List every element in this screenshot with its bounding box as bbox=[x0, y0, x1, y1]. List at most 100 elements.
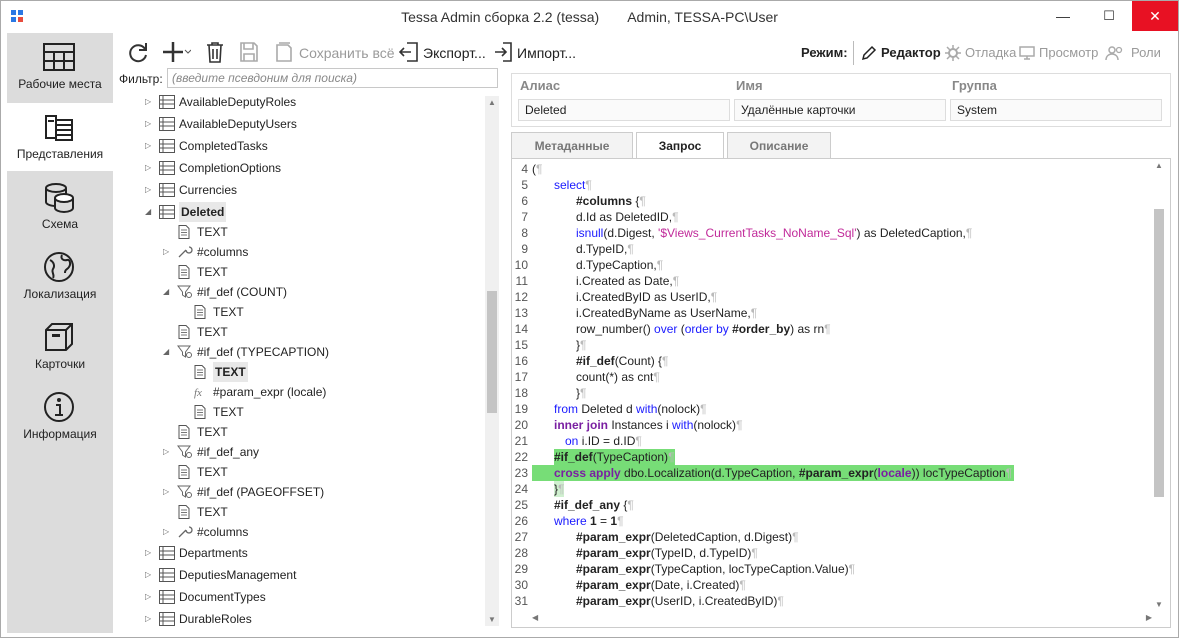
code-text[interactable]: #if_def(Count) {¶ bbox=[576, 353, 669, 369]
nav-cards[interactable]: Карточки bbox=[7, 313, 113, 381]
scroll-down-icon[interactable]: ▼ bbox=[1155, 600, 1163, 609]
tab-description[interactable]: Описание bbox=[727, 132, 831, 158]
refresh-icon[interactable] bbox=[127, 41, 149, 63]
tree-item[interactable]: ▷ CompletionOptions bbox=[119, 158, 485, 178]
save-icon[interactable] bbox=[239, 41, 259, 63]
code-text[interactable]: i.CreatedByName as UserName,¶ bbox=[576, 305, 757, 321]
mode-editor-button[interactable]: Редактор bbox=[881, 39, 941, 67]
code-text[interactable]: count(*) as cnt¶ bbox=[576, 369, 660, 385]
tree-item[interactable]: ▷ Departments bbox=[119, 543, 485, 563]
code-text[interactable]: row_number() over (order by #order_by) a… bbox=[576, 321, 831, 337]
scroll-left-icon[interactable]: ◀ bbox=[532, 613, 538, 622]
mode-roles-button[interactable]: Роли bbox=[1131, 39, 1161, 67]
tree-item[interactable]: ▷ #columns bbox=[119, 522, 485, 542]
expand-arrow-icon[interactable]: ▷ bbox=[163, 522, 173, 542]
code-text[interactable]: inner join Instances i with(nolock)¶ bbox=[554, 417, 743, 433]
code-text[interactable]: #param_expr(TypeCaption, locTypeCaption.… bbox=[576, 561, 855, 577]
tree-item[interactable]: ◢ #if_def (TYPECAPTION) bbox=[119, 342, 485, 362]
expand-arrow-icon[interactable]: ▷ bbox=[145, 565, 155, 585]
expand-arrow-icon[interactable]: ▷ bbox=[163, 482, 173, 502]
expand-arrow-icon[interactable]: ▷ bbox=[145, 587, 155, 607]
code-text[interactable]: #param_expr(DeletedCaption, d.Digest)¶ bbox=[576, 529, 799, 545]
code-text[interactable]: #param_expr(UserID, i.CreatedByID)¶ bbox=[576, 593, 784, 609]
collapse-arrow-icon[interactable]: ◢ bbox=[163, 282, 173, 302]
code-text[interactable]: isnull(d.Digest, '$Views_CurrentTasks_No… bbox=[576, 225, 972, 241]
alias-field[interactable]: Deleted bbox=[518, 99, 730, 121]
code-text[interactable]: cross apply dbo.Localization(d.TypeCapti… bbox=[532, 465, 1015, 481]
close-button[interactable]: ✕ bbox=[1132, 1, 1178, 31]
scroll-up-icon[interactable]: ▲ bbox=[1155, 161, 1163, 170]
tree-item[interactable]: ▷ CompletedTasks bbox=[119, 136, 485, 156]
tree-item[interactable]: ◢ #if_def (COUNT) bbox=[119, 282, 485, 302]
tree-item[interactable]: TEXT bbox=[119, 462, 485, 482]
code-text[interactable]: }¶ bbox=[576, 385, 586, 401]
tree-item[interactable]: TEXT bbox=[119, 302, 485, 322]
add-icon[interactable] bbox=[163, 41, 191, 63]
query-editor[interactable]: ▲ ▼ ◀ ▶ 4 (¶ 5 select¶ 6 #columns {¶ 7 d.Id as … bbox=[511, 158, 1171, 628]
tree-item[interactable]: fx #param_expr (locale) bbox=[119, 382, 485, 402]
nav-views[interactable]: Представления bbox=[7, 103, 113, 171]
code-text[interactable]: i.CreatedByID as UserID,¶ bbox=[576, 289, 717, 305]
tree-item[interactable]: TEXT bbox=[119, 422, 485, 442]
expand-arrow-icon[interactable]: ▷ bbox=[145, 543, 155, 563]
code-text[interactable]: d.Id as DeletedID,¶ bbox=[576, 209, 679, 225]
code-text[interactable]: }¶ bbox=[576, 337, 586, 353]
name-field[interactable]: Удалённые карточки bbox=[734, 99, 946, 121]
code-text[interactable]: on i.ID = d.ID¶ bbox=[565, 433, 642, 449]
tree-item[interactable]: TEXT bbox=[119, 322, 485, 342]
code-text[interactable]: where 1 = 1¶ bbox=[554, 513, 624, 529]
import-button[interactable]: Импорт... bbox=[517, 39, 576, 67]
code-text[interactable]: #param_expr(Date, i.Created)¶ bbox=[576, 577, 746, 593]
expand-arrow-icon[interactable]: ▷ bbox=[145, 158, 155, 178]
expand-arrow-icon[interactable]: ▷ bbox=[163, 242, 173, 262]
tree-item[interactable]: ▷ AvailableDeputyRoles bbox=[119, 92, 485, 112]
tree-item[interactable]: ▷ AvailableDeputyUsers bbox=[119, 114, 485, 134]
expand-arrow-icon[interactable]: ▷ bbox=[145, 136, 155, 156]
editor-scroll-thumb[interactable] bbox=[1154, 209, 1164, 497]
tab-metadata[interactable]: Метаданные bbox=[511, 132, 633, 158]
tree-item[interactable]: TEXT bbox=[119, 402, 485, 422]
code-text[interactable]: #param_expr(TypeID, d.TypeID)¶ bbox=[576, 545, 758, 561]
expand-arrow-icon[interactable]: ▷ bbox=[145, 609, 155, 629]
code-text[interactable]: from Deleted d with(nolock)¶ bbox=[554, 401, 707, 417]
filter-input[interactable]: (введите псевдоним для поиска) bbox=[167, 68, 498, 88]
tree-item[interactable]: ▷ #columns bbox=[119, 242, 485, 262]
minimize-button[interactable]: — bbox=[1040, 1, 1086, 31]
scroll-up-icon[interactable]: ▲ bbox=[488, 98, 496, 107]
scroll-down-icon[interactable]: ▼ bbox=[488, 615, 496, 624]
collapse-arrow-icon[interactable]: ◢ bbox=[163, 342, 173, 362]
tree-item[interactable]: TEXT bbox=[119, 502, 485, 522]
scroll-right-icon[interactable]: ▶ bbox=[1146, 613, 1152, 622]
tree-item[interactable]: TEXT bbox=[119, 262, 485, 282]
collapse-arrow-icon[interactable]: ◢ bbox=[145, 202, 155, 222]
tree-item[interactable]: ▷ Currencies bbox=[119, 180, 485, 200]
code-text[interactable]: }¶ bbox=[554, 481, 565, 497]
code-text[interactable]: #columns {¶ bbox=[576, 193, 646, 209]
tree-scrollbar[interactable]: ▲ ▼ bbox=[485, 96, 499, 626]
code-text[interactable]: d.TypeID,¶ bbox=[576, 241, 634, 257]
expand-arrow-icon[interactable]: ▷ bbox=[145, 92, 155, 112]
code-text[interactable]: d.TypeCaption,¶ bbox=[576, 257, 663, 273]
save-all-button[interactable]: Сохранить всё bbox=[299, 39, 395, 67]
nav-schema[interactable]: Схема bbox=[7, 173, 113, 241]
code-text[interactable]: (¶ bbox=[532, 161, 542, 177]
group-field[interactable]: System bbox=[950, 99, 1162, 121]
tree-scroll-thumb[interactable] bbox=[487, 291, 497, 413]
nav-workplaces[interactable]: Рабочие места bbox=[7, 33, 113, 101]
editor-horizontal-scrollbar[interactable]: ◀ ▶ bbox=[532, 613, 1152, 625]
code-text[interactable]: #if_def_any {¶ bbox=[554, 497, 634, 513]
code-text[interactable]: i.Created as Date,¶ bbox=[576, 273, 679, 289]
editor-scrollbar[interactable]: ▲ ▼ bbox=[1152, 161, 1166, 609]
delete-icon[interactable] bbox=[205, 41, 225, 63]
maximize-button[interactable]: ☐ bbox=[1086, 1, 1132, 31]
tree-item[interactable]: ▷ #if_def_any bbox=[119, 442, 485, 462]
tree-item[interactable]: ▷ DeputiesManagement bbox=[119, 565, 485, 585]
tree-item[interactable]: TEXT bbox=[119, 222, 485, 242]
expand-arrow-icon[interactable]: ▷ bbox=[163, 442, 173, 462]
tree-item[interactable]: TEXT bbox=[119, 362, 485, 382]
expand-arrow-icon[interactable]: ▷ bbox=[145, 180, 155, 200]
export-button[interactable]: Экспорт... bbox=[423, 39, 486, 67]
tree-item[interactable]: ▷ #if_def (PAGEOFFSET) bbox=[119, 482, 485, 502]
code-text[interactable]: select¶ bbox=[554, 177, 592, 193]
mode-view-button[interactable]: Просмотр bbox=[1039, 39, 1098, 67]
